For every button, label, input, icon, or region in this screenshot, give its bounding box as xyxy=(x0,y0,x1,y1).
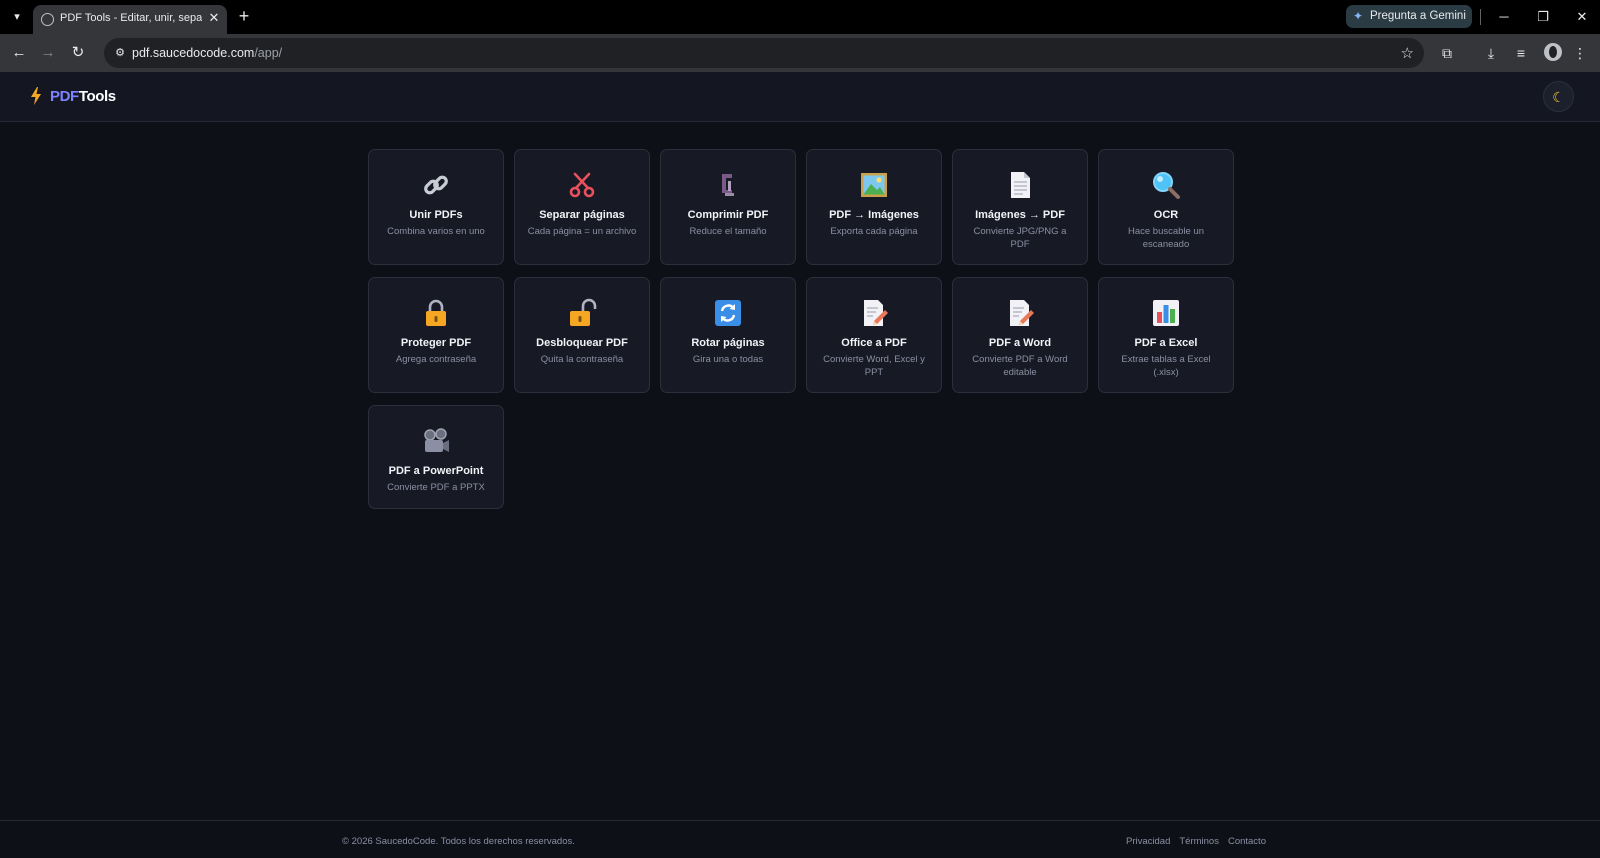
projector-icon xyxy=(424,428,449,452)
tool-card-imagenes-pdf[interactable]: Imágenes → PDF Convierte JPG/PNG a PDF xyxy=(952,149,1088,265)
page-footer: © 2026 SaucedoCode. Todos los derechos r… xyxy=(0,820,1600,858)
logo-part-tools: Tools xyxy=(78,88,116,105)
footer-copyright: © 2026 SaucedoCode. Todos los derechos r… xyxy=(342,836,575,847)
bookmark-star-icon[interactable]: ☆ xyxy=(1401,44,1414,62)
footer-link-privacidad[interactable]: Privacidad xyxy=(1126,836,1170,847)
footer-link-contacto[interactable]: Contacto xyxy=(1228,836,1266,847)
tool-title: PDF a Word xyxy=(988,337,1052,349)
tool-title: Desbloquear PDF xyxy=(536,337,628,349)
tool-card-pdf-excel[interactable]: PDF a Excel Extrae tablas a Excel (.xlsx… xyxy=(1098,277,1234,393)
clamp-icon xyxy=(722,174,734,196)
logo-part-pdf: PDF xyxy=(50,88,79,105)
tool-title: PDF → Imágenes xyxy=(829,209,919,221)
address-bar[interactable]: ⚙ pdf.saucedocode.com/app/ ☆ xyxy=(104,38,1424,68)
browser-tabstrip: ▾ PDF Tools - Editar, unir, separar ✕ + … xyxy=(0,0,1600,34)
tool-title: Imágenes → PDF xyxy=(975,209,1065,221)
close-tab-icon[interactable]: ✕ xyxy=(206,10,222,26)
gemini-label: Pregunta a Gemini xyxy=(1370,10,1466,22)
tool-card-ocr[interactable]: OCR Hace buscable un escaneado xyxy=(1098,149,1234,265)
tool-card-office-pdf[interactable]: Office a PDF Convierte Word, Excel y PPT xyxy=(806,277,942,393)
restore-button[interactable]: ❐ xyxy=(1530,6,1556,28)
tool-card-rotar[interactable]: Rotar páginas Gira una o todas xyxy=(660,277,796,393)
unlock-icon xyxy=(570,298,597,326)
reload-button[interactable]: ↻ xyxy=(68,43,88,63)
memo-icon xyxy=(864,300,888,326)
app-header: PDFTools ☾ xyxy=(0,72,1600,122)
footer-link-terminos[interactable]: Términos xyxy=(1179,836,1219,847)
tool-title: Unir PDFs xyxy=(409,209,463,221)
rotate-icon xyxy=(715,300,741,326)
footer-links: Privacidad Términos Contacto xyxy=(1126,836,1275,847)
extensions-icon[interactable]: ⧉ xyxy=(1437,43,1457,63)
picture-icon xyxy=(861,173,887,197)
tool-card-separar[interactable]: Separar páginas Cada página = un archivo xyxy=(514,149,650,265)
download-icon[interactable]: ⤓ xyxy=(1481,43,1501,63)
gemini-button[interactable]: ✦ Pregunta a Gemini xyxy=(1346,5,1472,28)
lightning-icon xyxy=(31,87,41,105)
tab-title: PDF Tools - Editar, unir, separar xyxy=(60,12,202,24)
tool-description: Reduce el tamaño xyxy=(689,226,767,237)
url-text[interactable]: pdf.saucedocode.com/app/ xyxy=(132,46,282,60)
magnifier-icon xyxy=(1153,172,1180,199)
browser-toolbar: ← → ↻ ⚙ pdf.saucedocode.com/app/ ☆ ⧉ ⤓ ≡… xyxy=(0,34,1600,72)
tool-description: Extrae tablas a Excel (.xlsx) xyxy=(1121,354,1211,378)
tool-title: PDF a Excel xyxy=(1134,337,1198,349)
tool-description: Combina varios en uno xyxy=(387,226,485,237)
tool-description: Convierte Word, Excel y PPT xyxy=(823,354,925,378)
memo-icon xyxy=(1010,300,1034,326)
profile-avatar[interactable] xyxy=(1544,43,1562,61)
tool-description: Exporta cada página xyxy=(830,226,918,237)
tool-description: Convierte PDF a PPTX xyxy=(387,482,485,493)
bar-chart-icon xyxy=(1153,300,1179,326)
tool-title: Proteger PDF xyxy=(400,337,472,349)
tab-search-chevron-icon[interactable]: ▾ xyxy=(8,8,26,26)
moon-icon: ☾ xyxy=(1552,89,1565,105)
menu-kebab-icon[interactable]: ⋮ xyxy=(1570,43,1590,63)
url-host: pdf.saucedocode.com xyxy=(132,46,255,60)
link-icon xyxy=(424,175,448,195)
app-logo[interactable]: PDFTools xyxy=(50,88,116,105)
forward-button[interactable]: → xyxy=(38,43,58,63)
close-window-button[interactable]: ✕ xyxy=(1569,6,1595,28)
minimize-button[interactable]: ─ xyxy=(1491,6,1517,28)
lock-icon xyxy=(426,299,446,326)
theme-toggle-button[interactable]: ☾ xyxy=(1543,81,1574,112)
site-info-icon[interactable]: ⚙ xyxy=(113,46,127,60)
scissors-icon xyxy=(569,172,595,198)
globe-icon xyxy=(41,13,54,26)
url-path: /app/ xyxy=(254,46,283,60)
reading-list-icon[interactable]: ≡ xyxy=(1511,43,1531,63)
new-tab-button[interactable]: + xyxy=(234,6,254,26)
tool-card-pdf-powerpoint[interactable]: PDF a PowerPoint Convierte PDF a PPTX xyxy=(368,405,504,509)
tool-title: Comprimir PDF xyxy=(687,209,769,221)
tool-card-comprimir[interactable]: Comprimir PDF Reduce el tamaño xyxy=(660,149,796,265)
tool-description: Hace buscable un escaneado xyxy=(1127,226,1205,250)
tool-title: Rotar páginas xyxy=(691,337,765,349)
tool-card-proteger[interactable]: Proteger PDF Agrega contraseña xyxy=(368,277,504,393)
gemini-sparkle-icon: ✦ xyxy=(1353,9,1364,23)
back-button[interactable]: ← xyxy=(9,43,29,63)
tool-description: Convierte PDF a Word editable xyxy=(972,354,1068,378)
tool-card-desbloquear[interactable]: Desbloquear PDF Quita la contraseña xyxy=(514,277,650,393)
tool-card-pdf-imagenes[interactable]: PDF → Imágenes Exporta cada página xyxy=(806,149,942,265)
tool-title: OCR xyxy=(1153,209,1179,221)
browser-tab[interactable]: PDF Tools - Editar, unir, separar ✕ xyxy=(33,5,227,34)
tool-description: Cada página = un archivo xyxy=(527,226,637,237)
divider xyxy=(1480,9,1481,25)
tool-title: Office a PDF xyxy=(841,337,907,349)
tool-description: Quita la contraseña xyxy=(540,354,624,365)
tool-card-pdf-word[interactable]: PDF a Word Convierte PDF a Word editable xyxy=(952,277,1088,393)
tool-description: Agrega contraseña xyxy=(395,354,477,365)
tool-title: Separar páginas xyxy=(539,209,625,221)
document-icon xyxy=(1011,172,1030,198)
tool-title: PDF a PowerPoint xyxy=(388,465,484,477)
tool-description: Gira una o todas xyxy=(692,354,764,365)
tool-card-unir[interactable]: Unir PDFs Combina varios en uno xyxy=(368,149,504,265)
tool-description: Convierte JPG/PNG a PDF xyxy=(973,226,1067,250)
